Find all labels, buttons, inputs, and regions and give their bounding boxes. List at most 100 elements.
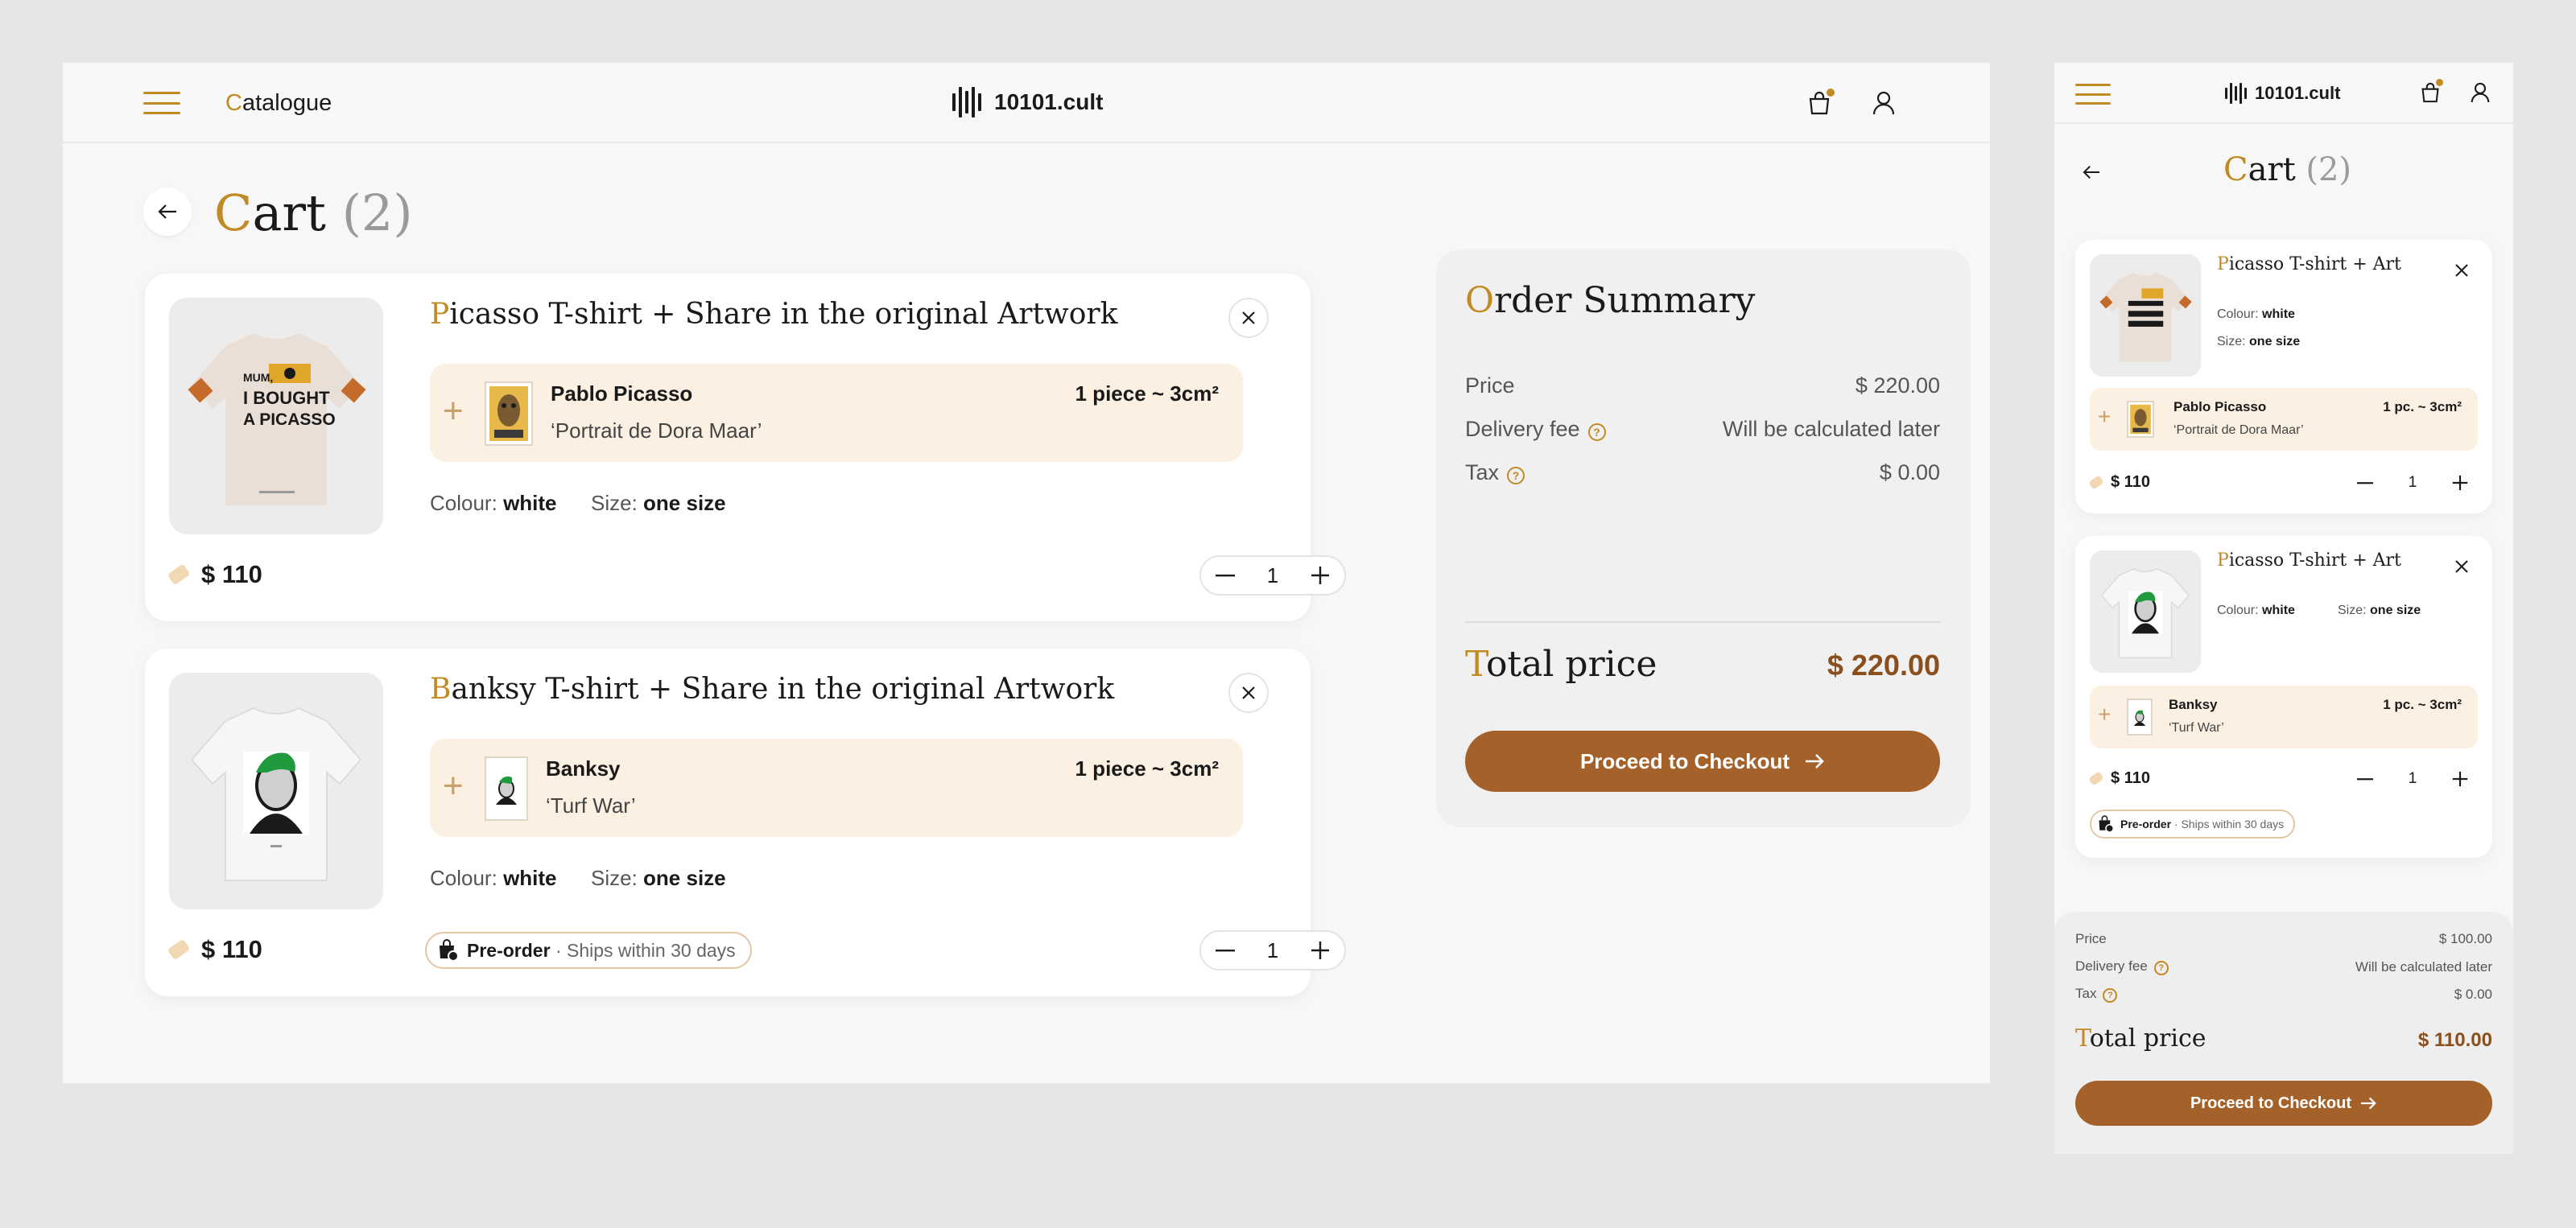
- cart-count: (2): [341, 183, 413, 242]
- minus-icon[interactable]: [1201, 932, 1249, 969]
- colour-attribute: Colour: white: [2217, 307, 2295, 321]
- size-attribute: Size: one size: [2217, 335, 2301, 348]
- brand-name: 10101.cult: [994, 89, 1104, 114]
- plus-icon[interactable]: +: [2098, 404, 2111, 430]
- product-image[interactable]: [169, 673, 383, 909]
- arrow-right-icon: [1806, 754, 1824, 769]
- share-amount: 1 pc. ~ 3cm²: [2383, 697, 2462, 712]
- quantity-value: 1: [1266, 937, 1279, 962]
- question-icon[interactable]: ?: [1507, 467, 1525, 484]
- artwork-thumbnail: [2127, 401, 2154, 438]
- plus-icon[interactable]: [2444, 468, 2476, 497]
- plus-icon[interactable]: +: [443, 766, 464, 806]
- remove-item-button[interactable]: [2450, 259, 2473, 282]
- artwork-thumbnail: [485, 756, 528, 821]
- shirt-text-line2: I BOUGHT: [243, 388, 330, 408]
- tax-row: Tax? $ 0.00: [1465, 460, 1940, 484]
- bag-icon[interactable]: [1805, 89, 1835, 117]
- close-icon: [1242, 686, 1255, 699]
- remove-item-button[interactable]: [1228, 298, 1269, 338]
- price-row: Price $ 100.00: [2075, 931, 2492, 946]
- total-value: $ 110.00: [2417, 1029, 2492, 1051]
- question-icon[interactable]: ?: [2153, 961, 2169, 975]
- product-title[interactable]: Picasso T-shirt + Art: [2217, 254, 2401, 274]
- close-icon: [2455, 560, 2468, 573]
- product-image[interactable]: MUM, I BOUGHT A PICASSO: [169, 298, 383, 534]
- product-title[interactable]: Picasso T-shirt + Share in the original …: [430, 298, 1117, 331]
- brand-logo[interactable]: 10101.cult: [2225, 80, 2340, 106]
- page-title: Cart (2): [2223, 151, 2352, 188]
- quantity-value: 1: [2408, 474, 2417, 491]
- minus-icon[interactable]: [2349, 468, 2381, 497]
- remove-item-button[interactable]: [1228, 673, 1269, 713]
- total-label: Total price: [2075, 1024, 2207, 1053]
- arrow-right-icon: [2361, 1097, 2376, 1110]
- price-tag-icon: [167, 563, 191, 586]
- product-image[interactable]: [2090, 550, 2201, 673]
- size-attribute: Size: one size: [591, 491, 726, 515]
- remove-item-button[interactable]: [2450, 555, 2473, 578]
- plus-icon[interactable]: [2444, 764, 2476, 793]
- user-icon[interactable]: [1869, 89, 1898, 117]
- product-title[interactable]: Banksy T-shirt + Share in the original A…: [430, 673, 1114, 706]
- proceed-to-checkout-button[interactable]: Proceed to Checkout: [2075, 1081, 2492, 1126]
- close-icon: [2455, 264, 2468, 277]
- total-value: $ 220.00: [1827, 649, 1940, 682]
- preorder-badge: Pre-order · Ships within 30 days: [425, 932, 752, 969]
- mobile-view: 10101.cult Cart (2) Picasso T-shirt + Ar…: [2054, 63, 2513, 1154]
- brand-name: 10101.cult: [2255, 83, 2341, 103]
- plus-icon[interactable]: [1296, 557, 1344, 594]
- price-tag-icon: [2088, 475, 2104, 490]
- price-tag-icon: [167, 938, 191, 961]
- artwork-share-box: + Pablo Picasso ‘Portrait de Dora Maar’ …: [2090, 388, 2478, 451]
- size-attribute: Size: one size: [2338, 604, 2421, 617]
- artwork-name: ‘Turf War’: [546, 793, 636, 818]
- artist-name: Pablo Picasso: [2174, 399, 2267, 414]
- question-icon[interactable]: ?: [2103, 988, 2118, 1003]
- close-icon: [1242, 311, 1255, 324]
- cart-item: Picasso T-shirt + Art Colour: white Size…: [2075, 536, 2492, 858]
- colour-attribute: Colour: white: [2217, 604, 2295, 617]
- proceed-to-checkout-button[interactable]: Proceed to Checkout: [1465, 731, 1940, 792]
- share-amount: 1 pc. ~ 3cm²: [2383, 399, 2462, 414]
- quantity-stepper[interactable]: 1: [2349, 467, 2476, 499]
- page-title: Cart (2): [214, 183, 413, 242]
- quantity-stepper[interactable]: 1: [1199, 555, 1346, 595]
- price-row: Price $ 220.00: [1465, 373, 1940, 398]
- artwork-name: ‘Turf War’: [2169, 721, 2224, 735]
- delivery-row: Delivery fee? Will be calculated later: [1465, 417, 1940, 441]
- order-summary: Order Summary Price $ 220.00 Delivery fee…: [1436, 249, 1971, 827]
- screenshot-background: Catalogue 10101.cult Cart (2) MUM, I BOU…: [0, 0, 2576, 1228]
- tax-row: Tax? $ 0.00: [2075, 986, 2492, 1003]
- minus-icon[interactable]: [1201, 557, 1249, 594]
- bag-icon[interactable]: [2418, 79, 2443, 105]
- back-button[interactable]: [143, 187, 192, 236]
- arrow-left-icon: [2083, 166, 2099, 179]
- plus-icon[interactable]: [1296, 932, 1344, 969]
- plus-icon[interactable]: +: [2098, 702, 2111, 727]
- brand-logo[interactable]: 10101.cult: [952, 84, 1103, 121]
- minus-icon[interactable]: [2349, 764, 2381, 793]
- artist-name: Pablo Picasso: [551, 381, 693, 406]
- quantity-stepper[interactable]: 1: [1199, 930, 1346, 970]
- share-amount: 1 piece ~ 3cm²: [1075, 756, 1220, 781]
- user-icon[interactable]: [2468, 80, 2492, 105]
- artist-name: Banksy: [546, 756, 621, 781]
- item-price: $ 110: [2088, 769, 2150, 788]
- artwork-share-box: + Banksy ‘Turf War’ 1 piece ~ 3cm²: [430, 739, 1243, 837]
- catalogue-link[interactable]: Catalogue: [225, 90, 332, 117]
- back-button[interactable]: [2077, 158, 2106, 187]
- divider: [1465, 621, 1940, 623]
- plus-icon[interactable]: +: [443, 391, 464, 431]
- share-amount: 1 piece ~ 3cm²: [1075, 381, 1220, 406]
- product-title[interactable]: Picasso T-shirt + Art: [2217, 550, 2401, 571]
- product-image[interactable]: [2090, 254, 2201, 377]
- shopping-bag-clock-icon: [2099, 815, 2114, 833]
- menu-icon[interactable]: [2075, 84, 2111, 105]
- quantity-stepper[interactable]: 1: [2349, 763, 2476, 795]
- question-icon[interactable]: ?: [1587, 423, 1606, 441]
- logo-mark-icon: [952, 87, 981, 117]
- menu-icon[interactable]: [143, 92, 180, 114]
- artwork-thumbnail: [485, 381, 533, 446]
- artwork-name: ‘Portrait de Dora Maar’: [551, 418, 762, 443]
